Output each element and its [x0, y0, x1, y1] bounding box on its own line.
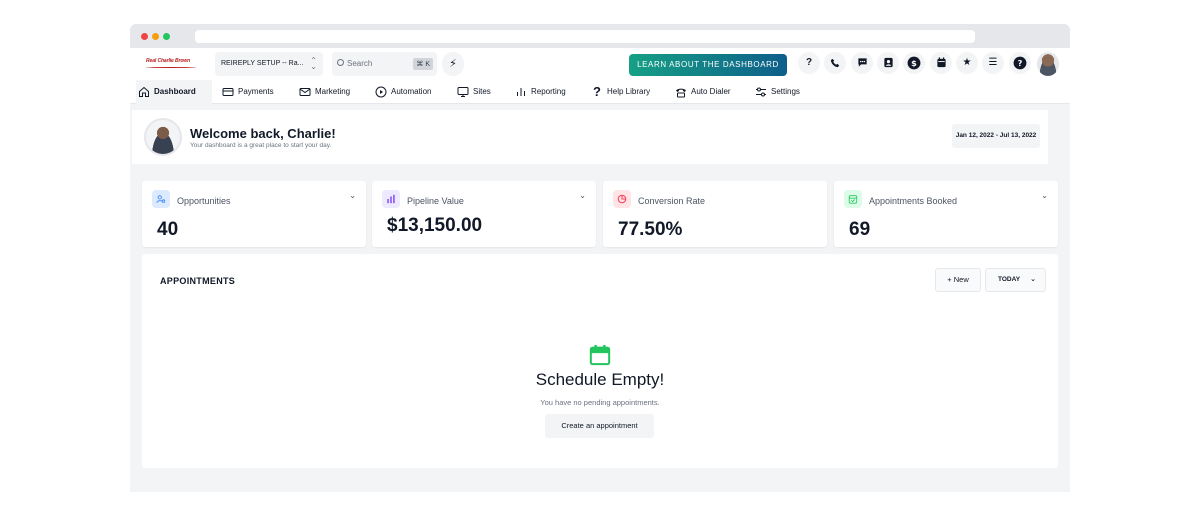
browser-chrome — [130, 24, 1070, 48]
main-nav: Dashboard Payments Marketing Automation … — [130, 80, 1070, 104]
chevron-down-icon[interactable]: ⌄ — [349, 191, 356, 200]
stat-value: 77.50% — [618, 219, 683, 240]
question-icon: ? — [593, 84, 601, 99]
welcome-title: Welcome back, Charlie! — [190, 126, 336, 141]
contact-icon[interactable] — [877, 52, 899, 74]
nav-item-label: Dashboard — [154, 87, 196, 96]
nav-item-label: Payments — [238, 87, 274, 96]
stat-label: Appointments Booked — [869, 196, 958, 206]
stat-label: Conversion Rate — [638, 196, 706, 206]
search-placeholder: Search — [347, 59, 373, 68]
updown-chevron-icon: ⌃ ⌄ — [310, 56, 317, 71]
search-input[interactable]: Search ⌘ K — [332, 52, 437, 76]
mail-icon — [299, 86, 311, 98]
stat-card-pipeline-value[interactable]: Pipeline Value $13,150.00 ⌄ — [372, 181, 596, 247]
chevron-down-icon: ⌄ — [1030, 276, 1036, 283]
dialer-icon — [675, 86, 687, 98]
logo[interactable]: Real Charlie Brown — [146, 58, 190, 64]
nav-item-label: Sites — [473, 87, 491, 96]
appointments-panel: APPOINTMENTS + New TODAY ⌄ Schedule Empt… — [142, 254, 1058, 468]
stat-label: Opportunities — [177, 196, 231, 206]
date-filter-label: TODAY — [998, 276, 1021, 283]
stat-value: 40 — [157, 219, 179, 240]
star-icon[interactable]: ★ — [956, 52, 978, 74]
nav-item-label: Automation — [391, 87, 432, 96]
home-icon — [138, 86, 150, 98]
nav-item-dashboard[interactable]: Dashboard — [136, 80, 212, 104]
calendar-empty-icon — [589, 344, 611, 366]
chevron-down-icon[interactable]: ⌄ — [1041, 191, 1048, 200]
empty-state-title: Schedule Empty! — [535, 370, 665, 389]
stat-label: Pipeline Value — [407, 196, 464, 206]
account-label: REIREPLY SETUP -- Ra... — [221, 60, 304, 67]
nav-item-reporting[interactable]: Reporting — [513, 80, 566, 104]
sliders-icon — [755, 86, 767, 98]
svg-text:$: $ — [911, 58, 917, 68]
close-window-dot[interactable] — [141, 33, 148, 40]
help-icon[interactable]: ? — [798, 52, 820, 74]
empty-state-subtitle: You have no pending appointments. — [540, 398, 660, 407]
nav-item-automation[interactable]: Automation — [373, 80, 431, 104]
calendar-icon[interactable] — [930, 52, 952, 74]
stat-card-opportunities[interactable]: Opportunities 40 ⌄ — [142, 181, 366, 247]
browser-window: Real Charlie Brown REIREPLY SETUP -- Ra.… — [130, 24, 1070, 492]
stat-card-conversion-rate[interactable]: Conversion Rate 77.50% — [603, 181, 827, 247]
welcome-banner: Welcome back, Charlie! Your dashboard is… — [132, 110, 1048, 164]
date-range-picker[interactable]: Jan 12, 2022 - Jul 13, 2022 — [952, 124, 1040, 148]
nav-item-help-library[interactable]: ? Help Library — [589, 80, 650, 104]
nav-item-marketing[interactable]: Marketing — [297, 80, 350, 104]
chat-icon[interactable] — [851, 52, 873, 74]
learn-dashboard-button[interactable]: LEARN ABOUT THE DASHBOARD — [629, 54, 787, 76]
lightning-icon[interactable]: ⚡ — [442, 52, 464, 76]
chevron-down-icon[interactable]: ⌄ — [579, 191, 586, 200]
maximize-window-dot[interactable] — [163, 33, 170, 40]
payments-icon — [222, 86, 234, 98]
user-search-icon — [152, 190, 170, 208]
stat-value: 69 — [849, 219, 871, 240]
pie-icon — [613, 190, 631, 208]
nav-item-payments[interactable]: Payments — [220, 80, 274, 104]
dollar-icon[interactable]: $ — [903, 52, 925, 74]
nav-item-settings[interactable]: Settings — [753, 80, 800, 104]
welcome-subtitle: Your dashboard is a great place to start… — [190, 142, 332, 149]
stat-card-appointments-booked[interactable]: Appointments Booked 69 ⌄ — [834, 181, 1058, 247]
phone-icon[interactable] — [824, 52, 846, 74]
url-bar[interactable] — [195, 30, 975, 43]
user-avatar[interactable] — [1037, 52, 1059, 76]
nav-item-label: Auto Dialer — [691, 87, 731, 96]
search-shortcut: ⌘ K — [413, 58, 433, 70]
play-icon — [375, 86, 387, 98]
nav-item-auto-dialer[interactable]: Auto Dialer — [673, 80, 731, 104]
nav-item-label: Help Library — [607, 87, 651, 96]
nav-item-sites[interactable]: Sites — [455, 80, 491, 104]
stat-value: $13,150.00 — [387, 215, 483, 236]
nav-item-label: Marketing — [315, 87, 351, 96]
date-filter-select[interactable]: TODAY ⌄ — [985, 268, 1046, 292]
create-appointment-button[interactable]: Create an appointment — [545, 414, 654, 438]
bars-icon — [382, 190, 400, 208]
appointments-title: APPOINTMENTS — [160, 276, 236, 286]
logo-swoosh — [146, 66, 196, 68]
question-circle-icon[interactable]: ? — [1009, 52, 1031, 74]
welcome-avatar — [144, 118, 182, 156]
minimize-window-dot[interactable] — [152, 33, 159, 40]
account-switcher[interactable]: REIREPLY SETUP -- Ra... ⌃ ⌄ — [215, 52, 323, 76]
bar-chart-icon — [515, 86, 527, 98]
calendar-check-icon — [844, 190, 862, 208]
monitor-icon — [457, 86, 469, 98]
new-appointment-button[interactable]: + New — [935, 268, 981, 292]
nav-item-label: Settings — [771, 87, 800, 96]
search-icon — [337, 59, 344, 66]
nav-item-label: Reporting — [531, 87, 566, 96]
list-icon[interactable]: ☰ — [982, 52, 1004, 74]
svg-text:?: ? — [1018, 58, 1023, 68]
